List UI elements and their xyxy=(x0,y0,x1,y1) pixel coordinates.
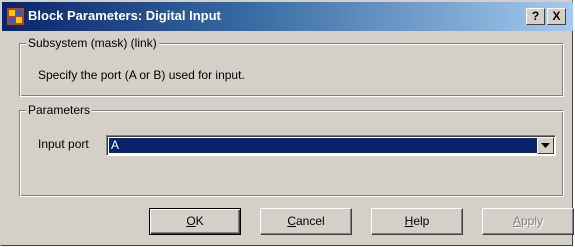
ok-label-rest: K xyxy=(195,214,204,228)
input-port-label: Input port xyxy=(38,137,89,151)
mask-description: Specify the port (A or B) used for input… xyxy=(38,68,245,82)
title-bar[interactable]: Block Parameters: Digital Input ? X xyxy=(2,2,573,31)
cancel-mnemonic: C xyxy=(287,214,296,228)
ok-button[interactable]: OK xyxy=(149,208,241,235)
mask-group-legend: Subsystem (mask) (link) xyxy=(26,36,159,50)
help-label-rest: elp xyxy=(413,214,430,228)
apply-button[interactable]: Apply xyxy=(482,208,574,235)
parameters-group-legend: Parameters xyxy=(26,103,93,117)
close-button[interactable]: X xyxy=(547,8,566,25)
simulink-block-icon xyxy=(7,8,24,25)
help-button[interactable]: Help xyxy=(371,208,463,235)
apply-mnemonic: A xyxy=(512,214,521,228)
help-title-button[interactable]: ? xyxy=(526,8,545,25)
input-port-select[interactable]: A xyxy=(106,135,556,156)
cancel-button[interactable]: Cancel xyxy=(260,208,352,235)
mask-description-group: Subsystem (mask) (link) Specify the port… xyxy=(19,36,564,97)
apply-label-rest: pply xyxy=(521,214,544,228)
ok-mnemonic: O xyxy=(186,214,196,228)
parameters-group: Parameters Input port A xyxy=(19,103,564,197)
cancel-label-rest: ancel xyxy=(295,214,325,228)
chevron-down-icon xyxy=(541,143,550,148)
block-parameters-dialog: Block Parameters: Digital Input ? X Subs… xyxy=(0,0,574,246)
input-port-selected-value: A xyxy=(109,138,537,153)
dropdown-arrow-button[interactable] xyxy=(537,137,554,154)
window-title: Block Parameters: Digital Input xyxy=(28,8,221,23)
